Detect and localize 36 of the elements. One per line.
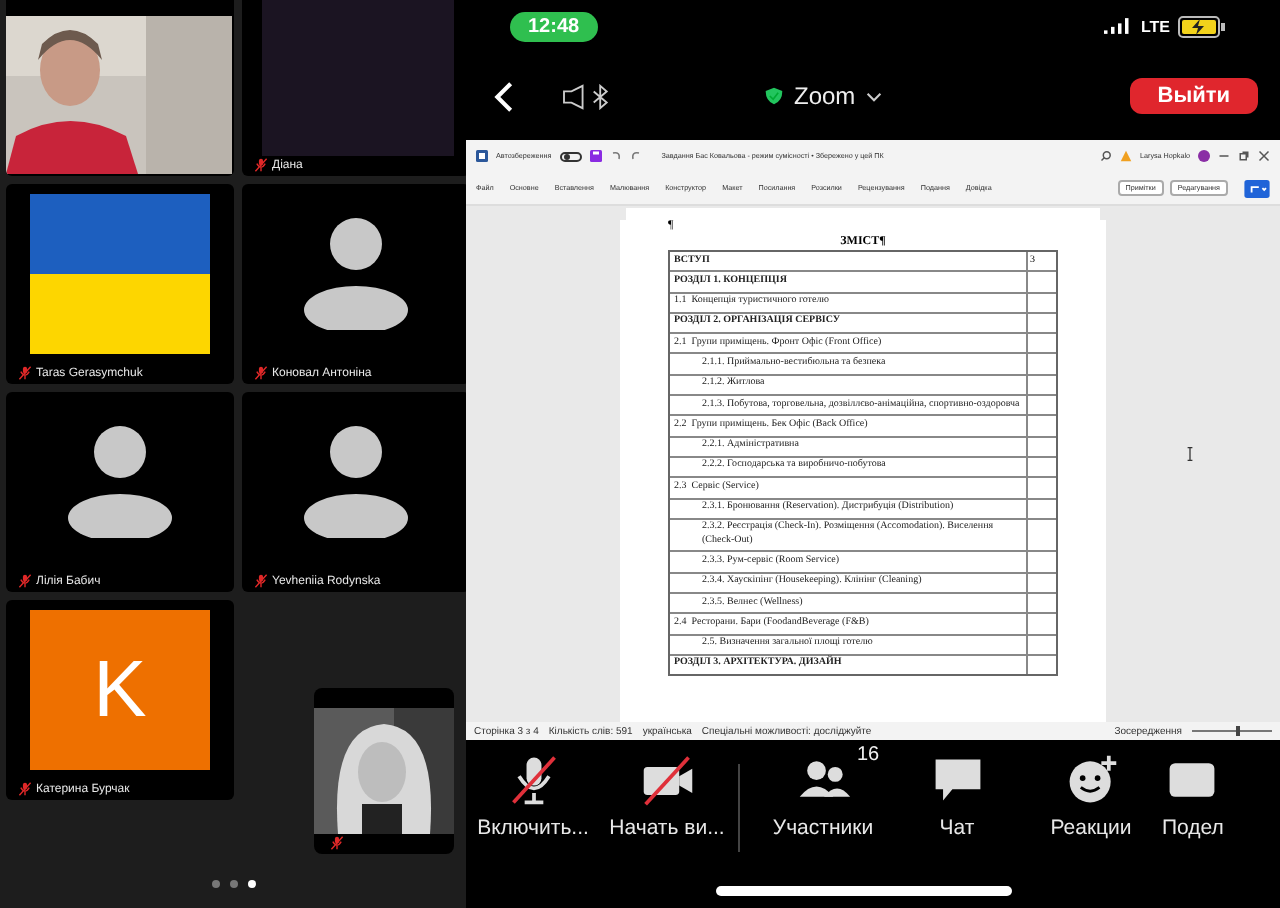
participant-count: 16: [857, 744, 880, 766]
clock-time: 12:48: [510, 11, 598, 41]
page-dot[interactable]: [211, 880, 219, 888]
user-avatar-icon[interactable]: [1198, 150, 1210, 162]
signal-icon: [1104, 18, 1133, 34]
avatar-icon: [304, 426, 408, 538]
meeting-title-button[interactable]: Zoom: [764, 82, 882, 110]
save-icon[interactable]: [589, 150, 602, 162]
network-type: LTE: [1140, 17, 1170, 35]
toolbar-button[interactable]: Начать ви...: [600, 752, 734, 840]
back-icon[interactable]: [494, 81, 514, 111]
avatar-icon: [304, 218, 408, 330]
word-app-icon: [476, 150, 488, 162]
redo-icon[interactable]: [629, 150, 642, 162]
text-cursor-icon: [1186, 446, 1194, 462]
toolbar-button[interactable]: Реакции: [1024, 752, 1158, 840]
avatar-initial: K: [30, 610, 210, 770]
undo-icon[interactable]: [609, 150, 622, 162]
leave-button[interactable]: Выйти: [1129, 78, 1258, 114]
share-button[interactable]: [1244, 179, 1270, 197]
page-dot[interactable]: [247, 880, 255, 888]
shield-icon: [764, 86, 784, 106]
toolbar-button[interactable]: Подел: [1162, 752, 1224, 840]
self-view-tile[interactable]: [314, 688, 454, 854]
battery-charging-icon: [1178, 15, 1226, 37]
toolbar-button[interactable]: Включить...: [466, 752, 600, 840]
search-icon[interactable]: [1100, 150, 1113, 162]
minimize-icon[interactable]: [1218, 150, 1230, 162]
warning-icon: [1120, 150, 1133, 162]
avatar-icon: [68, 426, 172, 538]
restore-icon[interactable]: [1238, 150, 1250, 162]
close-icon[interactable]: [1258, 150, 1270, 162]
page-dot[interactable]: [229, 880, 237, 888]
autosave-toggle[interactable]: [559, 151, 582, 161]
chevron-down-icon: [865, 91, 882, 101]
toolbar-button[interactable]: Чат: [890, 752, 1024, 840]
